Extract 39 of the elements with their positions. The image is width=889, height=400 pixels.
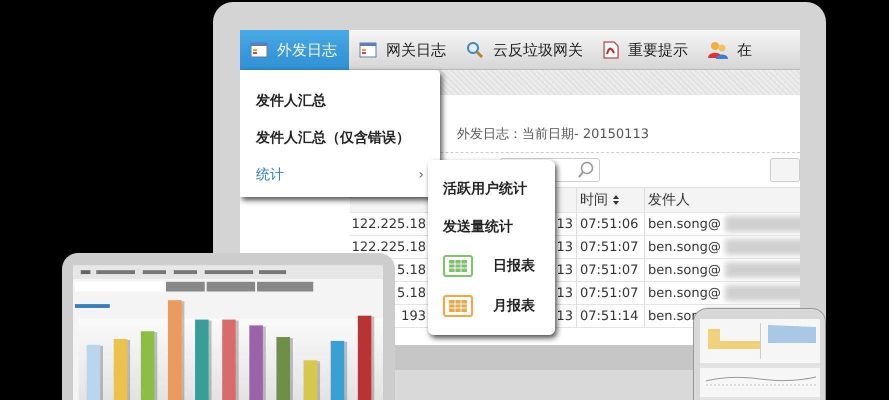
table-cell: 193 (401, 308, 426, 324)
menu-item[interactable]: 发件人汇总 (240, 82, 440, 119)
table-cell: 122.225.18 (352, 240, 426, 254)
page-title: 外发日志：当前日期- 20150113 (457, 126, 649, 143)
search-icon (577, 161, 595, 179)
table-cell: 5.18 (397, 262, 426, 278)
window-icon (250, 42, 268, 58)
table-cell: ben.song@ (648, 216, 721, 232)
nav-tab[interactable]: 网关日志 (349, 30, 456, 70)
table-cell: 13 (556, 262, 573, 278)
menu-item[interactable]: 日报表 (443, 246, 535, 286)
menu-item[interactable]: 月报表 (443, 286, 535, 326)
column-header[interactable]: 发件人 (648, 191, 690, 209)
column-header[interactable]: 时间 (580, 191, 608, 209)
nav-tab[interactable]: 在 (698, 30, 762, 70)
table-cell: 13 (556, 286, 573, 300)
table-cell: 122.225.18 (352, 216, 426, 232)
menu-item[interactable]: 发件人汇总（仅含错误） (240, 119, 440, 156)
table-cell: 5.18 (397, 286, 426, 300)
nav-tab[interactable]: 云反垃圾网关 (456, 30, 593, 70)
table-cell: 07:51:07 (580, 240, 638, 254)
magnifier-icon (466, 41, 484, 59)
table-cell: 07:51:06 (580, 216, 638, 232)
sort-icon[interactable] (612, 194, 620, 206)
table-cell: 13 (556, 216, 573, 232)
table-cell: 13 (556, 240, 573, 254)
menu-item[interactable]: 发送量统计 (443, 208, 513, 246)
table-cell: ben.song@ (648, 286, 721, 300)
table-cell: ben.song@ (648, 262, 721, 278)
table-cell: 13 (556, 308, 573, 324)
users-icon (708, 41, 728, 59)
table-cell: 07:51:07 (580, 286, 638, 300)
document-icon (603, 41, 619, 59)
table-cell: 07:51:07 (580, 262, 638, 278)
nav-tab[interactable]: 重要提示 (593, 30, 698, 70)
table-cell: 07:51:14 (580, 308, 638, 324)
window-icon (359, 42, 377, 58)
menu-item[interactable]: 活跃用户统计 (443, 170, 527, 208)
table-cell: ben.song@ (648, 240, 721, 254)
